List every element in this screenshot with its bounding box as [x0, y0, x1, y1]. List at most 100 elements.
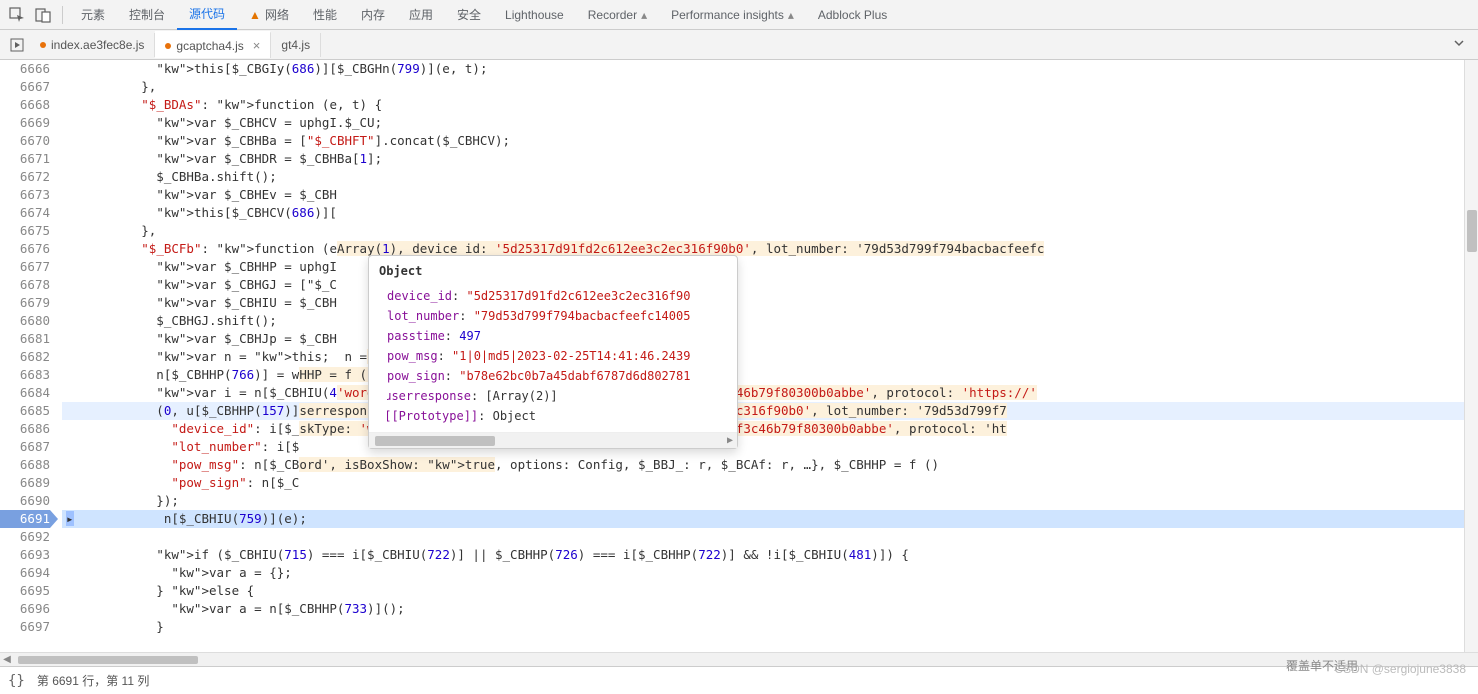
run-icon[interactable] [4, 32, 30, 58]
more-tabs-icon[interactable] [1444, 32, 1474, 57]
tab-memory[interactable]: 内存 [349, 0, 397, 29]
code-line[interactable]: "kw">var n = "kw">this; n =: Config, $_B… [62, 348, 1464, 366]
line-number[interactable]: 6689 [0, 474, 50, 492]
tooltip-property[interactable]: pow_sign: "b78e62bc0b7a45dabf6787d6d8027… [387, 366, 727, 386]
line-number[interactable]: 6678 [0, 276, 50, 294]
code-line[interactable]: ▸ n[$_CBHIU(759)](e); [62, 510, 1464, 528]
tooltip-property[interactable]: lot_number: "79d53d799f794bacbacfeefc140… [387, 306, 727, 326]
line-number[interactable]: 6686 [0, 420, 50, 438]
line-number[interactable]: 6672 [0, 168, 50, 186]
tooltip-property[interactable]: device_id: "5d25317d91fd2c612ee3c2ec316f… [387, 286, 727, 306]
line-number[interactable]: 6682 [0, 348, 50, 366]
file-tab-index[interactable]: index.ae3fec8e.js [30, 33, 155, 57]
tooltip-property[interactable]: ▸userresponse: [Array(2)] [387, 386, 727, 406]
device-icon[interactable] [30, 2, 56, 28]
line-number[interactable]: 6680 [0, 312, 50, 330]
close-icon[interactable]: × [253, 38, 261, 53]
code-line[interactable]: "kw">var a = n[$_CBHHP(733)](); [62, 600, 1464, 618]
file-tab-gcaptcha4[interactable]: gcaptcha4.js × [155, 31, 271, 58]
code-line[interactable]: "kw">var $_CBHHP = uphgI [62, 258, 1464, 276]
line-number[interactable]: 6675 [0, 222, 50, 240]
code-line[interactable] [62, 528, 1464, 546]
code-line[interactable]: } "kw">else { [62, 582, 1464, 600]
inspect-icon[interactable] [4, 2, 30, 28]
line-number[interactable]: 6693 [0, 546, 50, 564]
tab-performance[interactable]: 性能 [301, 0, 349, 29]
code-line[interactable]: "kw">var $_CBHEv = $_CBH [62, 186, 1464, 204]
tab-recorder[interactable]: Recorder ▴ [576, 2, 659, 28]
code-line[interactable]: "kw">var i = n[$_CBHIU(4'word', product:… [62, 384, 1464, 402]
code-line[interactable]: "kw">var $_CBHBa = ["$_CBHFT"].concat($_… [62, 132, 1464, 150]
tab-application[interactable]: 应用 [397, 0, 445, 29]
tab-perf-insights[interactable]: Performance insights ▴ [659, 2, 806, 28]
code-line[interactable]: }, [62, 222, 1464, 240]
line-number[interactable]: 6694 [0, 564, 50, 582]
line-number[interactable]: 6671 [0, 150, 50, 168]
tab-elements[interactable]: 元素 [69, 0, 117, 29]
code-line[interactable]: "kw">var $_CBHIU = $_CBH [62, 294, 1464, 312]
line-number[interactable]: 6674 [0, 204, 50, 222]
line-number[interactable]: 6696 [0, 600, 50, 618]
code-line[interactable]: "kw">var $_CBHJp = $_CBH [62, 330, 1464, 348]
code-line[interactable]: "pow_sign": n[$_C [62, 474, 1464, 492]
code-line[interactable]: }, [62, 78, 1464, 96]
vertical-scrollbar[interactable] [1464, 60, 1478, 652]
line-number[interactable]: 6697 [0, 618, 50, 636]
tooltip-property[interactable]: ▸[[Prototype]]: Object [387, 406, 727, 426]
tab-sources[interactable]: 源代码 [177, 0, 237, 30]
tab-adblock[interactable]: Adblock Plus [806, 2, 899, 28]
code-line[interactable]: "kw">var a = {}; [62, 564, 1464, 582]
line-number[interactable]: 6666 [0, 60, 50, 78]
tab-lighthouse[interactable]: Lighthouse [493, 2, 576, 28]
line-number[interactable]: 6684 [0, 384, 50, 402]
scrollbar-thumb[interactable] [375, 436, 495, 446]
code-line[interactable]: "$_BDAs": "kw">function (e, t) { [62, 96, 1464, 114]
code-line[interactable]: "device_id": i[$_skType: 'word', product… [62, 420, 1464, 438]
line-number[interactable]: 6669 [0, 114, 50, 132]
line-number[interactable]: 6670 [0, 132, 50, 150]
line-number[interactable]: 6667 [0, 78, 50, 96]
line-number[interactable]: 6676 [0, 240, 50, 258]
line-number[interactable]: 6683 [0, 366, 50, 384]
line-number[interactable]: 6695 [0, 582, 50, 600]
code-line[interactable]: n[$_CBHHP(766)] = wHHP = f () [62, 366, 1464, 384]
line-number[interactable]: 6688 [0, 456, 50, 474]
line-number[interactable]: 6687 [0, 438, 50, 456]
tooltip-property[interactable]: pow_msg: "1|0|md5|2023-02-25T14:41:46.24… [387, 346, 727, 366]
horizontal-scrollbar[interactable]: ◀ [0, 652, 1478, 666]
tooltip-scrollbar[interactable]: ▶ [369, 432, 737, 448]
code-line[interactable]: "kw">if ($_CBHIU(715) === i[$_CBHIU(722)… [62, 546, 1464, 564]
code-line[interactable]: "pow_msg": n[$_CBord', isBoxShow: "kw">t… [62, 456, 1464, 474]
file-tab-gt4[interactable]: gt4.js [271, 33, 321, 57]
code-line[interactable]: } [62, 618, 1464, 636]
tooltip-property[interactable]: passtime: 497 [387, 326, 727, 346]
line-number[interactable]: 6679 [0, 294, 50, 312]
code-line[interactable]: $_CBHBa.shift(); [62, 168, 1464, 186]
code-line[interactable]: (0, u[$_CBHHP(157)]serresponse: Array(1)… [62, 402, 1464, 420]
scrollbar-thumb[interactable] [1467, 210, 1477, 252]
code-editor[interactable]: 6666666766686669667066716672667366746675… [0, 60, 1478, 652]
code-line[interactable]: $_CBHGJ.shift(); [62, 312, 1464, 330]
line-number[interactable]: 6691 [0, 510, 50, 528]
pretty-print-icon[interactable]: {} [8, 673, 25, 689]
code-line[interactable]: "kw">this[$_CBHCV(686)][ [62, 204, 1464, 222]
scrollbar-thumb[interactable] [18, 656, 198, 664]
line-number[interactable]: 6681 [0, 330, 50, 348]
line-number[interactable]: 6692 [0, 528, 50, 546]
tab-console[interactable]: 控制台 [117, 0, 177, 29]
code-line[interactable]: }); [62, 492, 1464, 510]
line-number[interactable]: 6677 [0, 258, 50, 276]
code-area[interactable]: Object device_id: "5d25317d91fd2c612ee3c… [62, 60, 1464, 652]
line-number[interactable]: 6685 [0, 402, 50, 420]
line-number[interactable]: 6668 [0, 96, 50, 114]
scroll-left-icon[interactable]: ◀ [0, 654, 14, 665]
code-line[interactable]: "kw">var $_CBHCV = uphgI.$_CU; [62, 114, 1464, 132]
line-number[interactable]: 6690 [0, 492, 50, 510]
tab-network[interactable]: ▲网络 [237, 0, 301, 29]
tab-security[interactable]: 安全 [445, 0, 493, 29]
code-line[interactable]: "kw">var $_CBHGJ = ["$_C [62, 276, 1464, 294]
code-line[interactable]: "kw">var $_CBHDR = $_CBHBa[1]; [62, 150, 1464, 168]
scroll-right-icon[interactable]: ▶ [727, 432, 733, 450]
code-line[interactable]: "kw">this[$_CBGIy(686)][$_CBGHn(799)](e,… [62, 60, 1464, 78]
code-line[interactable]: "lot_number": i[$ [62, 438, 1464, 456]
